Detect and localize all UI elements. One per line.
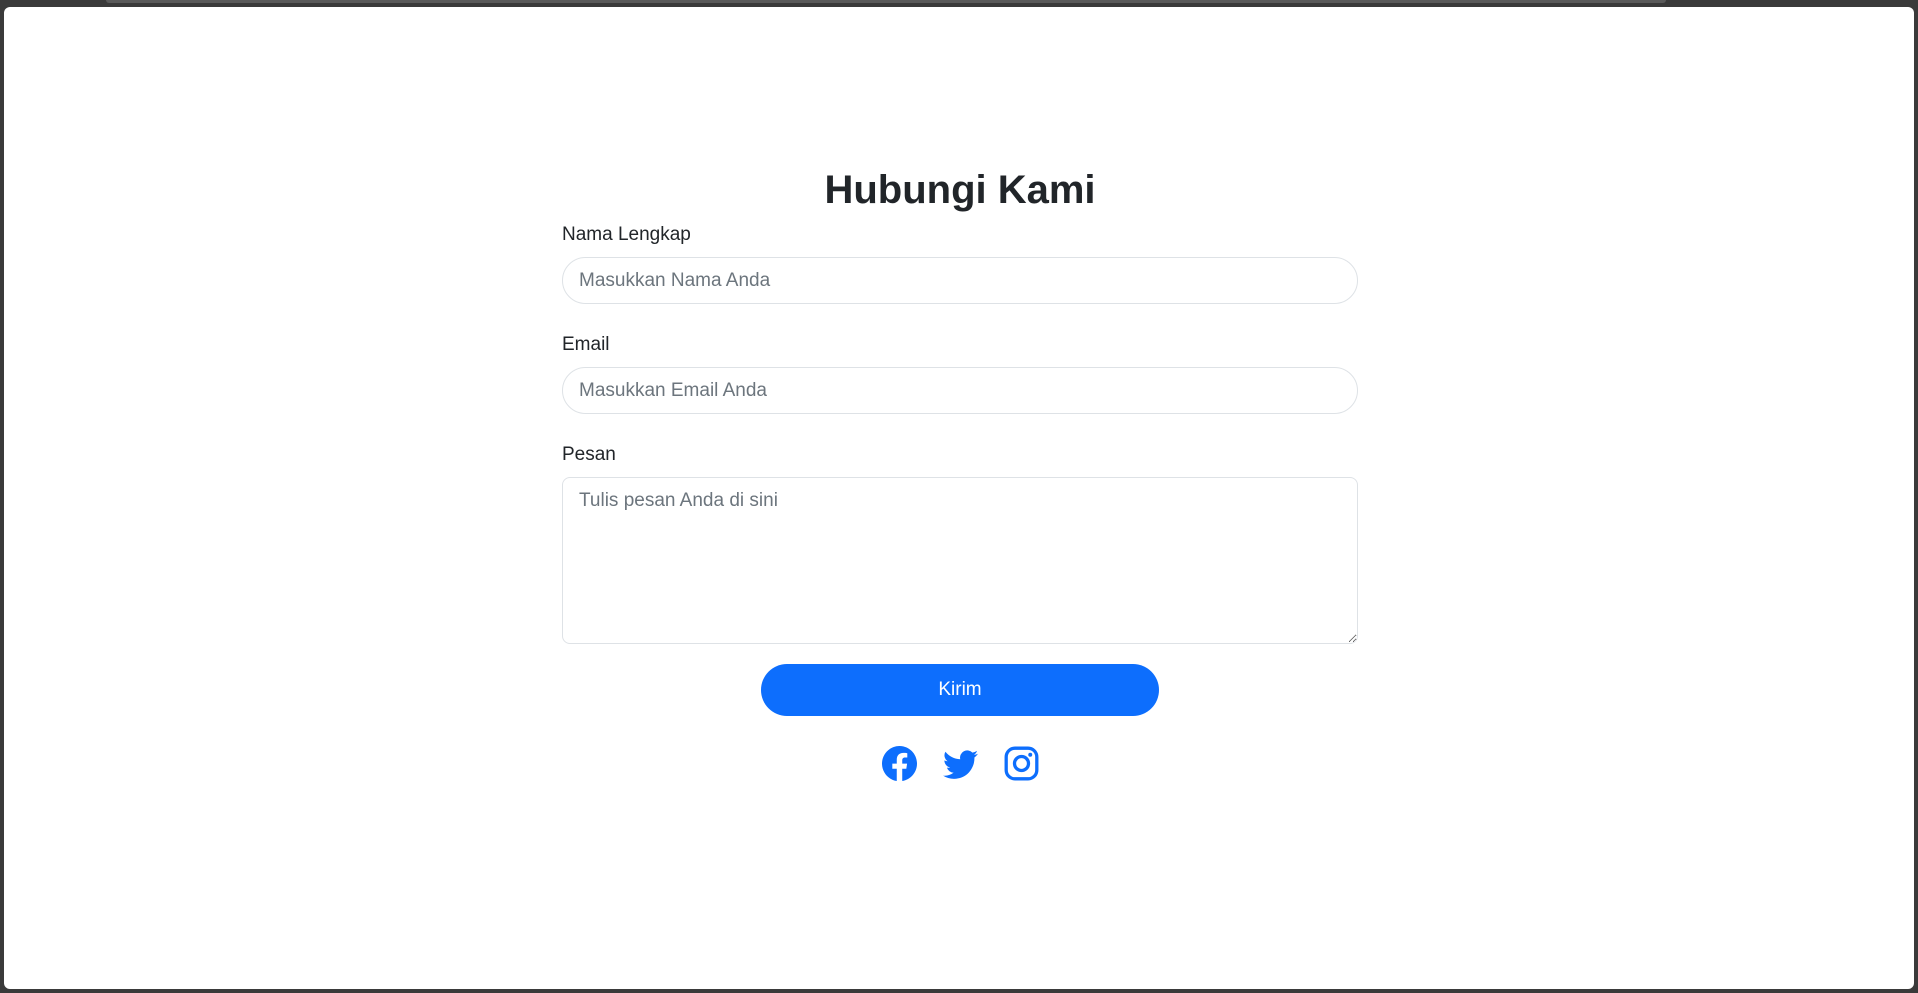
message-label: Pesan: [562, 444, 616, 465]
browser-top-strip: [106, 0, 1666, 3]
contact-form-container: Hubungi Kami Nama Lengkap Email Pesan Ki…: [562, 157, 1358, 781]
social-links: [562, 746, 1358, 781]
email-label: Email: [562, 334, 610, 355]
page-title: Hubungi Kami: [824, 168, 1096, 212]
submit-button[interactable]: Kirim: [761, 664, 1159, 716]
page: Hubungi Kami Nama Lengkap Email Pesan Ki…: [4, 7, 1914, 989]
submit-row: Kirim: [562, 664, 1358, 716]
name-input[interactable]: [562, 257, 1358, 304]
contact-form: Nama Lengkap Email Pesan Kirim: [562, 223, 1358, 716]
name-label: Nama Lengkap: [562, 224, 691, 245]
facebook-link[interactable]: [881, 746, 917, 781]
twitter-link[interactable]: [942, 746, 978, 781]
facebook-icon: [881, 746, 917, 781]
message-textarea[interactable]: [562, 477, 1358, 644]
instagram-icon: [1004, 746, 1038, 781]
email-input[interactable]: [562, 367, 1358, 414]
instagram-link[interactable]: [1004, 746, 1039, 781]
twitter-icon: [942, 750, 978, 779]
